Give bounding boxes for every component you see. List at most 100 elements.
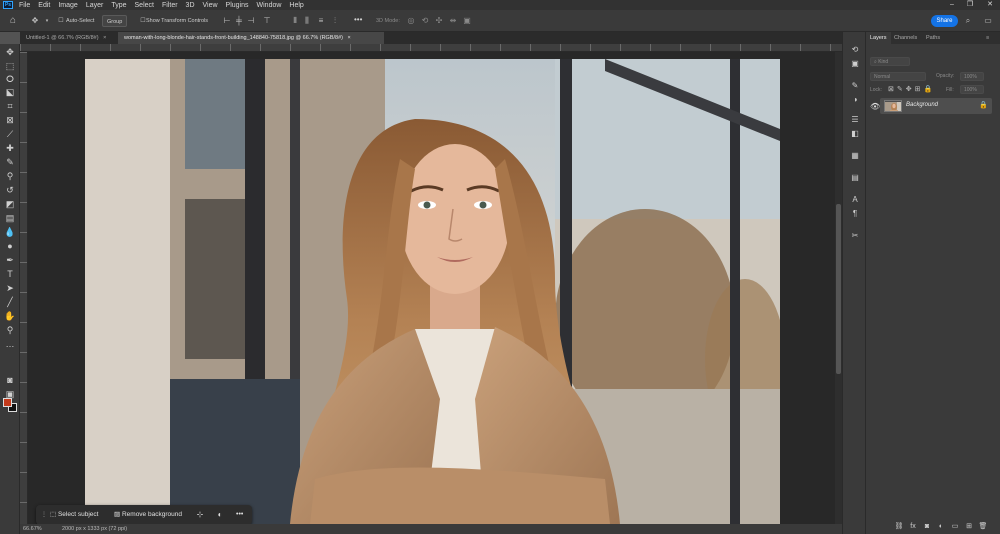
zoom-level[interactable]: 66.67%	[23, 524, 42, 534]
search-icon[interactable]: ⌕	[963, 16, 973, 26]
object-select-tool-icon[interactable]: ⬕	[4, 86, 16, 98]
align-center-icon[interactable]: ╪	[234, 16, 244, 26]
lock-icons[interactable]: ⊠✎✥⊞🔒	[888, 85, 935, 93]
quick-mask-icon[interactable]: ◙	[4, 374, 16, 386]
gradient-tool-icon[interactable]: ▤	[4, 212, 16, 224]
align-left-icon[interactable]: ⊢	[222, 16, 232, 26]
properties-icon[interactable]: ☰	[849, 114, 861, 126]
blur-tool-icon[interactable]: 💧	[4, 226, 16, 238]
canvas-area[interactable]	[28, 52, 842, 524]
distribute-icon[interactable]: ⫴	[290, 16, 300, 26]
remove-background-button[interactable]: ▨ Remove background	[110, 509, 186, 521]
panel-menu-icon[interactable]: ≡	[982, 32, 993, 44]
link-layers-icon[interactable]: ⛓	[894, 522, 904, 532]
color-icon[interactable]: ◧	[849, 128, 861, 140]
blend-mode-dropdown[interactable]: Normal	[870, 72, 926, 81]
menu-type[interactable]: Type	[111, 2, 126, 9]
hand-tool-icon[interactable]: ✋	[4, 310, 16, 322]
delete-layer-icon[interactable]: 🗑	[978, 522, 988, 532]
distribute-icon[interactable]: ⫼	[302, 16, 312, 26]
3d-slide-icon[interactable]: ⇹	[448, 16, 458, 26]
dodge-tool-icon[interactable]: ●	[4, 240, 16, 252]
document-image[interactable]	[85, 59, 780, 524]
scrollbar-thumb[interactable]	[836, 204, 841, 374]
move-tool-icon[interactable]: ✥	[4, 46, 16, 58]
align-top-icon[interactable]: ⊤	[262, 16, 272, 26]
layer-mask-icon[interactable]: ◙	[922, 522, 932, 532]
fill-input[interactable]: 100%	[960, 85, 984, 94]
layer-style-icon[interactable]: fx	[908, 522, 918, 532]
vertical-ruler[interactable]	[20, 52, 28, 524]
lock-icon[interactable]: 🔒	[979, 101, 988, 109]
close-tab-icon[interactable]: ×	[103, 35, 106, 41]
adjustment-icon[interactable]: ◐	[214, 509, 226, 521]
3d-scale-icon[interactable]: ▣	[462, 16, 472, 26]
layer-name[interactable]: Background	[906, 102, 938, 108]
opacity-input[interactable]: 100%	[960, 72, 984, 81]
type-tool-icon[interactable]: T	[4, 268, 16, 280]
pen-tool-icon[interactable]: ✒	[4, 254, 16, 266]
menu-file[interactable]: File	[19, 2, 30, 9]
marquee-tool-icon[interactable]: ⬚	[4, 60, 16, 72]
tab-paths[interactable]: Paths	[922, 32, 944, 44]
more-tools-icon[interactable]: …	[4, 338, 16, 350]
horizontal-ruler[interactable]	[20, 44, 842, 52]
menu-select[interactable]: Select	[135, 2, 154, 9]
adjustments-icon[interactable]: ◑	[849, 94, 861, 106]
home-icon[interactable]: ⌂	[8, 16, 18, 26]
tab-channels[interactable]: Channels	[890, 32, 921, 44]
auto-select-dropdown[interactable]: Group	[102, 15, 128, 27]
frame-tool-icon[interactable]: ⊠	[4, 114, 16, 126]
libraries-icon[interactable]: ▤	[849, 172, 861, 184]
menu-view[interactable]: View	[203, 2, 218, 9]
menu-3d[interactable]: 3D	[186, 2, 195, 9]
group-icon[interactable]: ▭	[950, 522, 960, 532]
layer-filter-dropdown[interactable]: ⌕ Kind	[870, 57, 910, 66]
crop-tool-icon[interactable]: ⌗	[4, 100, 16, 112]
move-tool-icon[interactable]: ✥	[30, 16, 40, 26]
brush-tool-icon[interactable]: ✎	[4, 156, 16, 168]
new-layer-icon[interactable]: ⊞	[964, 522, 974, 532]
eraser-tool-icon[interactable]: ◩	[4, 198, 16, 210]
history-brush-tool-icon[interactable]: ↺	[4, 184, 16, 196]
menu-layer[interactable]: Layer	[86, 2, 104, 9]
distribute-icon[interactable]: ⫶	[330, 16, 340, 26]
tab-woman-photo[interactable]: woman-with-long-blonde-hair-stands-front…	[118, 32, 384, 44]
3d-orbit-icon[interactable]: ◎	[406, 16, 416, 26]
history-icon[interactable]: ⟲	[849, 44, 861, 56]
lasso-tool-icon[interactable]: ⵔ	[4, 73, 16, 85]
close-tab-icon[interactable]: ×	[348, 35, 351, 41]
paragraph-icon[interactable]: ¶	[849, 208, 861, 220]
clone-stamp-tool-icon[interactable]: ⚲	[4, 170, 16, 182]
menu-image[interactable]: Image	[58, 2, 77, 9]
healing-brush-tool-icon[interactable]: ✚	[4, 142, 16, 154]
character-icon[interactable]: A	[849, 194, 861, 206]
zoom-tool-icon[interactable]: ⚲	[4, 324, 16, 336]
line-tool-icon[interactable]: ╱	[4, 296, 16, 308]
select-subject-button[interactable]: ⬚ Select subject	[46, 509, 102, 521]
3d-roll-icon[interactable]: ⟲	[420, 16, 430, 26]
eyedropper-tool-icon[interactable]: ⟋	[4, 128, 16, 140]
layer-thumbnail[interactable]	[884, 100, 902, 112]
path-selection-tool-icon[interactable]: ➤	[4, 282, 16, 294]
tab-layers[interactable]: Layers	[866, 32, 891, 44]
align-right-icon[interactable]: ⊣	[246, 16, 256, 26]
document-info[interactable]: 2000 px x 1333 px (72 ppi)	[62, 524, 127, 534]
more-options-button[interactable]: •••	[354, 14, 362, 26]
chevron-down-icon[interactable]: ▾	[42, 16, 52, 26]
menu-window[interactable]: Window	[257, 2, 282, 9]
brush-settings-icon[interactable]: ✎	[849, 80, 861, 92]
minimize-button[interactable]: –	[944, 0, 960, 10]
tools-icon[interactable]: ✂	[849, 230, 861, 242]
adjustment-layer-icon[interactable]: ◐	[936, 522, 946, 532]
eye-icon[interactable]: 👁	[870, 102, 880, 111]
close-window-button[interactable]: ✕	[982, 0, 998, 10]
foreground-color-swatch[interactable]	[3, 398, 12, 407]
distribute-icon[interactable]: ≡	[316, 16, 326, 26]
checkbox-icon[interactable]: ☐	[56, 16, 66, 26]
menu-plugins[interactable]: Plugins	[226, 2, 249, 9]
transform-icon[interactable]: ⊹	[194, 509, 206, 521]
more-options-button[interactable]: •••	[232, 509, 247, 521]
restore-button[interactable]: ❐	[962, 0, 978, 10]
share-button[interactable]: Share	[931, 15, 958, 27]
